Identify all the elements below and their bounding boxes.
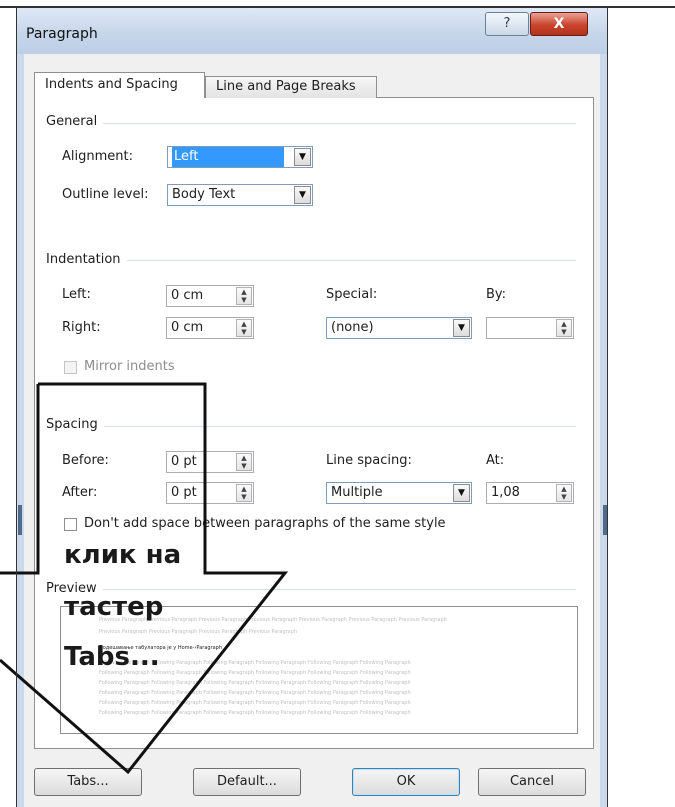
annotation-text-line2: тастер: [64, 592, 164, 622]
window-edge-mark: [18, 505, 22, 535]
annotation-text-line1: клик на: [64, 540, 182, 570]
window-edge-mark: [603, 505, 607, 535]
annotation-arrow: [0, 382, 289, 775]
tab-label: Indents and Spacing: [45, 77, 178, 92]
frame-right-line: [607, 6, 608, 807]
tab-indents-and-spacing[interactable]: Indents and Spacing: [34, 72, 205, 98]
annotation-text-line3: Tabs...: [64, 642, 160, 672]
frame-left-line: [16, 6, 17, 807]
